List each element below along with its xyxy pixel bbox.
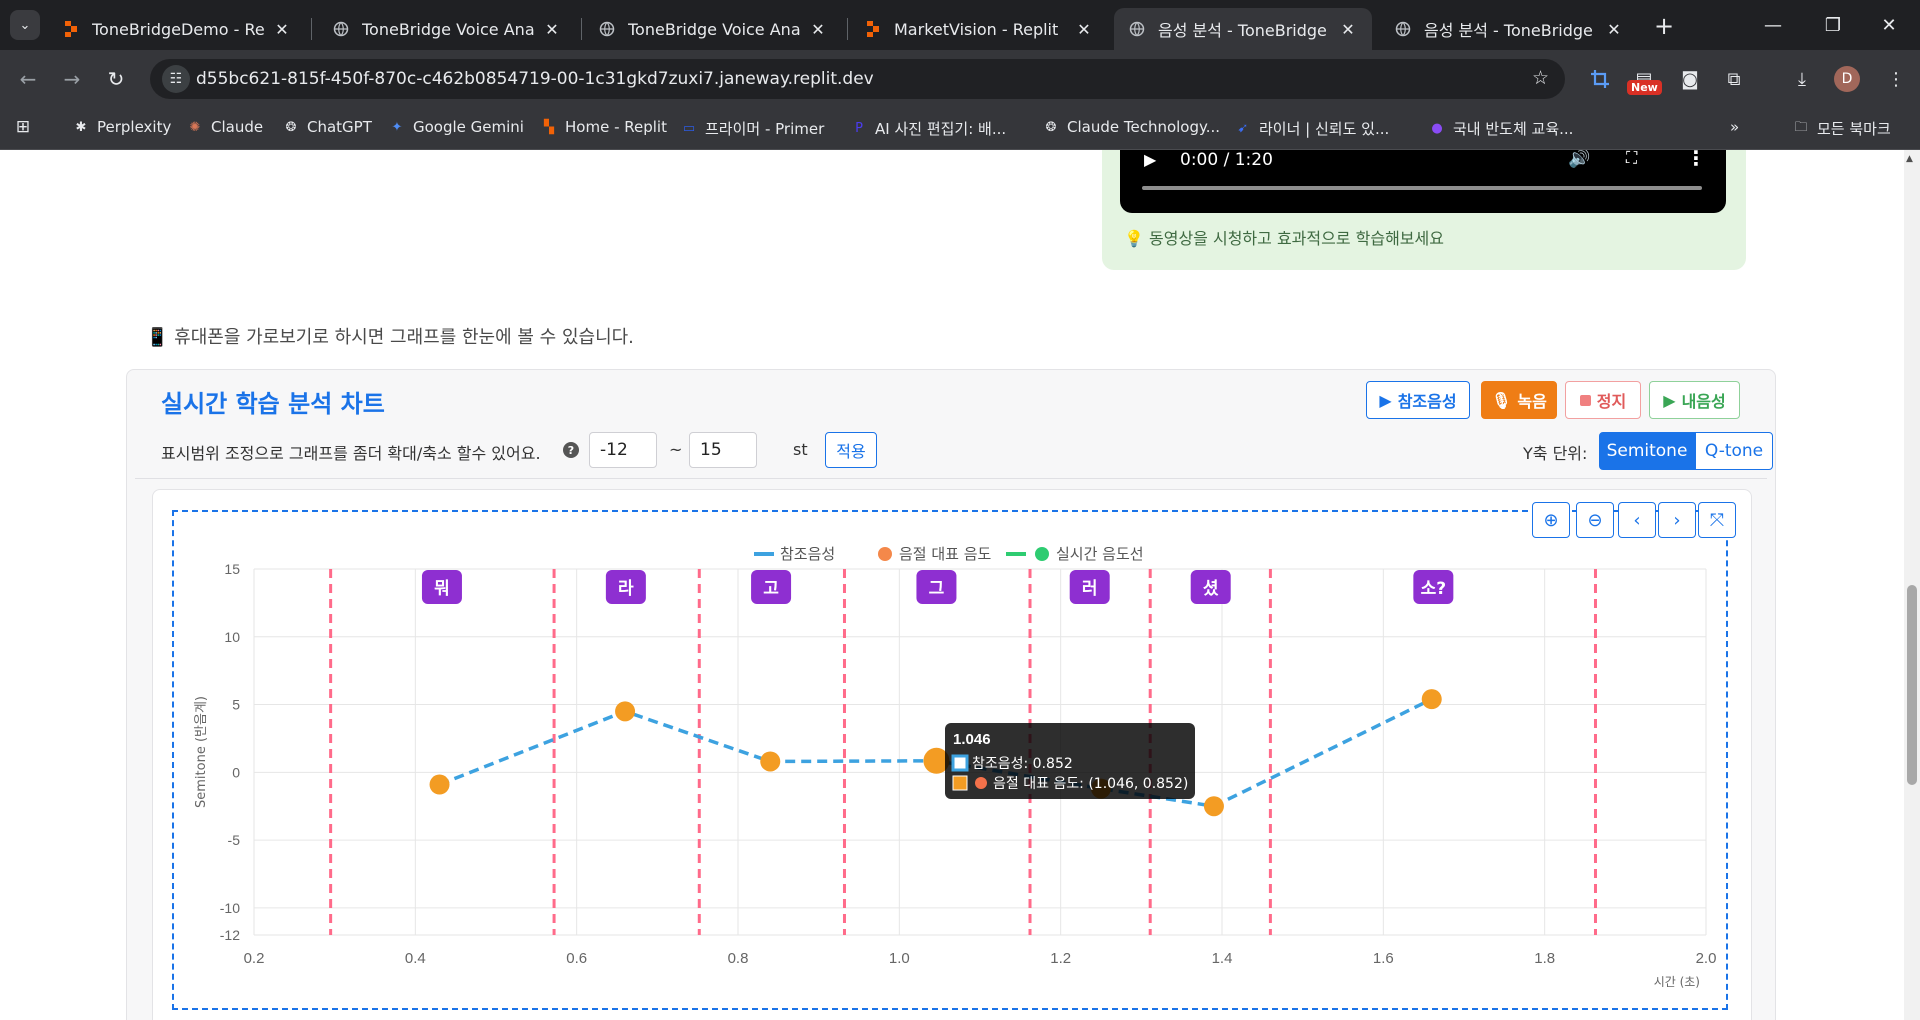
x-tick-label: 0.4	[405, 950, 426, 967]
y-tick-label: 15	[224, 561, 240, 577]
x-tick-label: 0.8	[728, 950, 749, 967]
y-tick-label: 10	[224, 629, 240, 645]
legend-realtime-dot	[1035, 547, 1049, 561]
tooltip-syllable-dot	[975, 777, 987, 789]
syllable-pitch-point	[1203, 796, 1224, 817]
syllable-pitch-point	[429, 774, 450, 795]
syllable-pitch-point	[615, 701, 636, 722]
y-tick-label: 0	[232, 764, 240, 780]
tooltip-reference-swatch	[951, 754, 969, 772]
pitch-chart[interactable]: 0.2 0.4 0.6 0.8 1.0 1.2 1.4 1.6 1.8 2.0 15 10 5 0 -5 -1…	[0, 0, 1920, 1020]
legend-reference-label: 참조음성	[780, 545, 835, 563]
tooltip-line-1: 참조음성: 0.852	[972, 756, 1073, 772]
x-tick-label: 1.4	[1212, 950, 1233, 967]
scroll-up-icon[interactable]: ▲	[1906, 154, 1913, 164]
y-tick-label: 5	[232, 697, 240, 713]
legend-syllable-label: 음절 대표 음도	[899, 545, 992, 563]
syllable-label: 그	[929, 579, 945, 599]
tooltip-syllable-swatch	[952, 775, 968, 791]
syllable-label: 셨	[1203, 579, 1219, 599]
x-tick-label: 1.8	[1534, 950, 1555, 967]
y-tick-label: -10	[220, 900, 240, 916]
legend-syllable-swatch	[878, 547, 892, 561]
syllable-pitch-point	[1421, 689, 1442, 710]
syllable-label: 라	[618, 579, 634, 599]
x-tick-label: 1.2	[1050, 950, 1071, 967]
tooltip-line-2: 음절 대표 음도: (1.046, 0.852)	[993, 776, 1188, 792]
syllable-pitch-point	[760, 751, 781, 772]
syllable-label: 뭐	[434, 578, 450, 599]
tooltip-title: 1.046	[953, 731, 991, 748]
syllable-label: 러	[1082, 579, 1098, 599]
y-tick-label: -12	[220, 927, 240, 943]
x-tick-label: 0.2	[244, 950, 265, 967]
x-tick-label: 0.6	[566, 950, 587, 967]
y-axis-label: Semitone (반음계)	[194, 696, 209, 808]
scrollbar-thumb[interactable]	[1907, 585, 1917, 785]
x-tick-label: 1.0	[889, 950, 910, 967]
x-tick-label: 2.0	[1696, 950, 1717, 967]
syllable-label: 소?	[1421, 579, 1447, 599]
x-axis-label: 시간 (초)	[1654, 975, 1700, 989]
legend-realtime-label: 실시간 음도선	[1056, 545, 1144, 563]
x-tick-label: 1.6	[1373, 950, 1394, 967]
y-tick-label: -5	[228, 832, 241, 848]
syllable-label: 고	[763, 579, 779, 599]
